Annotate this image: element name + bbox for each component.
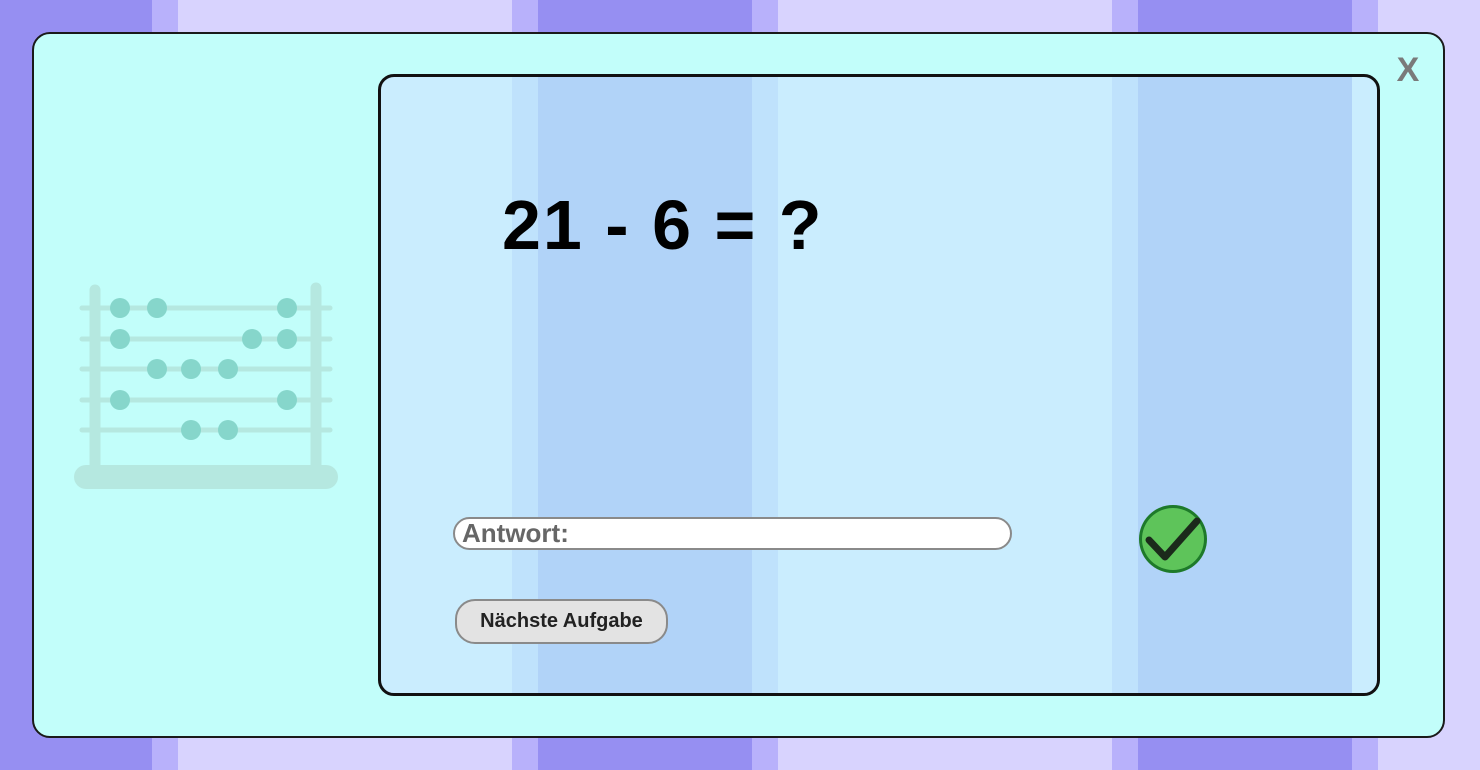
check-button[interactable] [1137, 502, 1209, 576]
panel-stripe [1138, 77, 1352, 693]
panel-stripe [1112, 77, 1138, 693]
close-button[interactable]: X [1392, 50, 1424, 90]
panel-stripe [752, 77, 778, 693]
checkmark-icon [1139, 505, 1207, 573]
task-question: 21 - 6 = ? [502, 186, 824, 264]
next-task-button[interactable]: Nächste Aufgabe [455, 599, 668, 644]
answer-input[interactable] [453, 517, 1012, 550]
abacus-icon [70, 280, 342, 497]
